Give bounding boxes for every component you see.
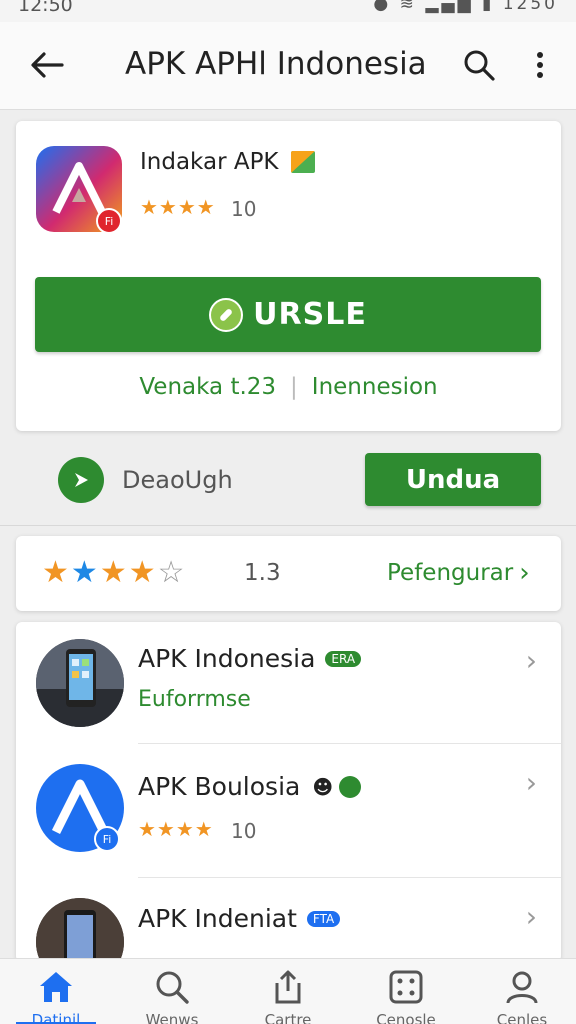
chevron-right-icon: ›	[525, 900, 537, 933]
nav-label: Cartre	[264, 1011, 312, 1024]
install-button-label: URSLE	[253, 297, 367, 332]
extension-text: Inennesion	[311, 374, 438, 400]
list-item-rating: 10	[231, 819, 257, 843]
app-card: Fi Indakar APK ★★★★ 10 URSLE Venaka t.23…	[16, 121, 561, 431]
more-button[interactable]	[522, 44, 558, 86]
app-rating: 10	[231, 197, 257, 221]
download-button[interactable]: Undua	[365, 453, 541, 506]
list-item-title: APK Boulosia ☻	[138, 772, 362, 801]
phone-thumbnail-icon	[36, 898, 124, 962]
version-text: Venaka t.23	[139, 374, 277, 400]
status-icons: ● ≋ ▂▄▆ ▮ 1250	[373, 0, 558, 14]
nav-label: Datinil	[31, 1011, 81, 1024]
notification-icon: ●	[373, 0, 392, 14]
nav-label: Wenws	[145, 1011, 199, 1024]
battery-icon: ▮	[481, 0, 495, 14]
list-item-stars: ★★★★	[138, 817, 214, 841]
search-icon	[464, 50, 495, 81]
app-stars: ★★★★	[140, 195, 216, 219]
list-item[interactable]: Fi APK Boulosia ☻ ★★★★ 10 ›	[16, 744, 561, 866]
page-title: APK APHl Indonesia	[125, 46, 427, 82]
chevron-right-icon: ›	[525, 644, 537, 677]
chevron-right-icon: ›	[519, 558, 530, 588]
star-icon: ★	[128, 555, 156, 590]
version-row: Venaka t.23 | Inennesion	[16, 374, 561, 408]
list-item-title: APK Indonesia ERA	[138, 644, 362, 673]
list-item-tag: FTA	[306, 910, 341, 927]
signal-icon: ▂▄▆	[425, 0, 474, 14]
app-name: Indakar APK	[140, 149, 279, 175]
list-item-subtitle: Euforrmse	[138, 687, 251, 712]
search-icon	[152, 969, 192, 1005]
app-badge: Fi	[96, 208, 122, 234]
download-label: DeaoUgh	[122, 466, 233, 494]
list-item-title-text: APK Indonesia	[138, 644, 316, 673]
home-icon	[36, 969, 76, 1005]
status-time: 12:50	[18, 0, 73, 16]
nav-item-home[interactable]: Datinil	[6, 959, 106, 1024]
rating-stars: ★ ★ ★ ★ ☆	[42, 556, 187, 590]
back-button[interactable]	[26, 44, 68, 86]
status-bar: 12:50 ● ≋ ▂▄▆ ▮ 1250	[0, 0, 576, 22]
app-logo-icon: Fi	[36, 764, 124, 852]
dice-icon	[386, 969, 426, 1005]
phone-thumbnail-icon	[36, 639, 124, 727]
app-list: APK Indonesia ERA Euforrmse › Fi APK Bou…	[16, 622, 561, 962]
more-vert-icon	[537, 52, 543, 78]
list-item-title-text: APK Boulosia	[138, 772, 301, 801]
app-bar: APK APHl Indonesia	[0, 22, 576, 110]
rating-value: 1.3	[244, 560, 281, 586]
nav-item-profile[interactable]: Cenles	[472, 959, 572, 1024]
rating-card: ★ ★ ★ ★ ☆ 1.3 Pefengurar ›	[16, 536, 561, 611]
settings-link[interactable]: Pefengurar ›	[387, 560, 530, 586]
app-logo-icon	[52, 162, 106, 214]
nav-label: Cenles	[496, 1011, 548, 1024]
chevron-right-icon: ›	[525, 766, 537, 799]
install-button[interactable]: URSLE	[35, 277, 541, 352]
search-button[interactable]	[458, 44, 500, 86]
nav-item-search[interactable]: Wenws	[122, 959, 222, 1024]
download-row: DeaoUgh Undua	[0, 440, 576, 520]
settings-link-label: Pefengurar	[387, 560, 514, 586]
star-outline-icon: ☆	[157, 555, 185, 590]
star-icon: ★	[99, 555, 127, 590]
list-item-title-text: APK Indeniat	[138, 904, 297, 933]
separator: |	[290, 374, 298, 400]
app-icon[interactable]: Fi	[36, 146, 122, 234]
leaf-icon	[339, 775, 362, 798]
flag-icon	[291, 151, 315, 173]
list-item-tag: ERA	[325, 650, 362, 667]
nav-item-share[interactable]: Cartre	[238, 959, 338, 1024]
list-item[interactable]: APK Indonesia ERA Euforrmse ›	[16, 622, 561, 744]
nav-label: Cenosle	[376, 1011, 436, 1024]
star-icon: ★	[42, 555, 69, 590]
list-item-title: APK Indeniat FTA	[138, 904, 341, 933]
star-icon: ★	[70, 555, 98, 590]
nav-item-games[interactable]: Cenosle	[356, 959, 456, 1024]
app-badge: Fi	[94, 826, 120, 852]
play-icon[interactable]	[58, 457, 104, 503]
person-icon	[502, 969, 542, 1005]
emoji-icon: ☻	[312, 774, 334, 799]
divider	[0, 525, 576, 526]
status-right-text: 1250	[502, 0, 558, 14]
arrow-left-icon	[31, 52, 64, 78]
list-item[interactable]: APK Indeniat FTA ›	[16, 878, 561, 962]
wifi-icon: ≋	[399, 0, 417, 14]
share-icon	[268, 969, 308, 1005]
pill-icon	[209, 297, 244, 332]
bottom-nav: Datinil Wenws Cartre Cenosle Cenles	[0, 958, 576, 1024]
